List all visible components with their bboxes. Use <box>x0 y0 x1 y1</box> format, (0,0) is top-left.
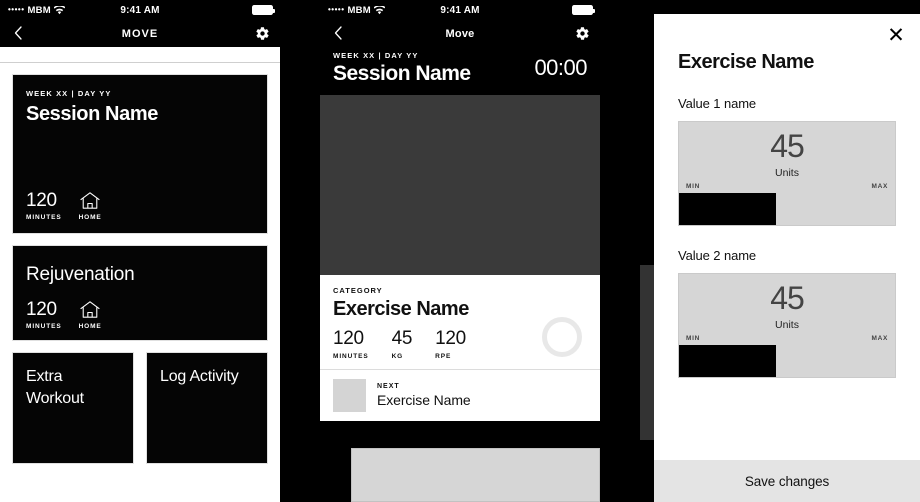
rejuvenation-card[interactable]: Rejuvenation 120 MINUTES HOME <box>12 245 268 341</box>
metric-minutes[interactable]: 120 MINUTES <box>333 329 369 360</box>
next-exercise-text: NEXT Exercise Name <box>377 383 471 408</box>
save-changes-button[interactable]: Save changes <box>654 460 920 502</box>
nav-bar: Move <box>320 20 600 47</box>
back-button[interactable] <box>9 23 27 43</box>
page-title: Move <box>445 27 475 40</box>
search-strip[interactable] <box>0 47 280 63</box>
modal-title: Exercise Name <box>678 51 814 73</box>
status-bar: ••••• MBM 9:41 AM <box>320 0 600 20</box>
session-card[interactable]: WEEK XX | DAY YY Session Name 120 MINUTE… <box>12 74 268 234</box>
metric-label: MINUTES <box>333 353 369 361</box>
metric-value: 120 <box>26 299 57 320</box>
metric-kg[interactable]: 45 KG <box>392 329 413 360</box>
session-list-body: WEEK XX | DAY YY Session Name 120 MINUTE… <box>0 47 280 502</box>
rejuvenation-card-title: Rejuvenation <box>26 264 135 285</box>
value-1-label: Value 1 name <box>678 96 757 111</box>
next-exercise-row[interactable]: NEXT Exercise Name <box>320 369 600 422</box>
session-timer: 00:00 <box>534 55 587 80</box>
metric-label: HOME <box>78 214 102 221</box>
log-activity-label: Log Activity <box>160 368 239 385</box>
rejuvenation-card-metrics: 120 MINUTES HOME <box>26 300 102 330</box>
metric-value: 120 <box>435 328 466 350</box>
value-2-min-label: MIN <box>686 335 701 342</box>
progress-ring-icon[interactable] <box>542 317 582 358</box>
metric-location: HOME <box>79 191 102 221</box>
screenshot-stage: ••••• MBM 9:41 AM MOVE WEEK XX | DAY YY … <box>0 0 920 502</box>
metric-label: RPE <box>435 353 452 361</box>
metric-location: HOME <box>79 300 102 330</box>
home-icon <box>79 300 101 319</box>
session-header: WEEK XX | DAY YY Session Name 00:00 <box>320 47 600 96</box>
value-2-units: Units <box>775 319 799 331</box>
metric-label: MINUTES <box>26 323 62 330</box>
metric-minutes: 120 MINUTES <box>26 191 62 221</box>
value-field-2: Value 2 name 45 Units MIN MAX <box>654 248 920 378</box>
value-1-slider[interactable]: 45 Units MIN MAX <box>678 121 896 226</box>
action-card-grid: Extra Workout Log Activity <box>12 352 268 464</box>
metric-value: 120 <box>333 328 364 350</box>
phone-screen-session-list: ••••• MBM 9:41 AM MOVE WEEK XX | DAY YY … <box>0 0 280 502</box>
exercise-info: CATEGORY Exercise Name 120 MINUTES 45 KG… <box>320 275 600 370</box>
exercise-media-placeholder[interactable] <box>320 95 600 276</box>
next-exercise-name: Exercise Name <box>377 392 471 409</box>
gear-icon[interactable] <box>574 24 591 42</box>
session-card-metrics: 120 MINUTES HOME <box>26 191 102 221</box>
session-card-eyebrow: WEEK XX | DAY YY <box>26 89 112 98</box>
value-1-min-label: MIN <box>686 183 701 190</box>
value-2-slider-fill[interactable] <box>679 345 777 377</box>
home-icon <box>79 191 101 210</box>
bottom-bar-placeholder[interactable] <box>351 448 600 502</box>
metric-label: HOME <box>78 323 102 330</box>
extra-workout-label: Extra Workout <box>26 368 84 407</box>
exercise-name: Exercise Name <box>333 298 469 321</box>
session-card-title: Session Name <box>26 103 158 125</box>
status-bar: ••••• MBM 9:41 AM <box>0 0 280 20</box>
phone-screen-edit-values: ✕ Exercise Name Value 1 name 45 Units MI… <box>640 0 920 502</box>
battery-icon <box>572 5 595 15</box>
value-1-slider-fill[interactable] <box>679 193 777 225</box>
value-1-number: 45 <box>770 128 805 164</box>
back-button[interactable] <box>329 23 347 43</box>
session-cards-scroll[interactable]: WEEK XX | DAY YY Session Name 120 MINUTE… <box>0 63 280 464</box>
extra-workout-card[interactable]: Extra Workout <box>12 352 134 464</box>
value-2-label: Value 2 name <box>678 248 757 263</box>
metric-rpe[interactable]: 120 RPE <box>435 329 466 360</box>
value-2-number: 45 <box>770 280 805 316</box>
value-1-units: Units <box>775 167 799 179</box>
metric-label: MINUTES <box>26 214 62 221</box>
gear-icon[interactable] <box>254 24 271 42</box>
value-2-max-label: MAX <box>871 335 888 342</box>
status-bar-time: 9:41 AM <box>440 4 480 16</box>
value-1-max-label: MAX <box>871 183 888 190</box>
phone-screen-active-session: ••••• MBM 9:41 AM Move WEEK XX | DAY YY … <box>320 0 600 502</box>
nav-bar: MOVE <box>0 20 280 47</box>
metric-value: 120 <box>26 190 57 211</box>
status-bar-time: 9:41 AM <box>120 4 160 16</box>
metric-value: 45 <box>391 328 413 350</box>
metric-label: KG <box>391 353 404 361</box>
next-exercise-thumbnail <box>333 379 366 413</box>
value-field-1: Value 1 name 45 Units MIN MAX <box>654 96 920 226</box>
log-activity-card[interactable]: Log Activity <box>146 352 268 464</box>
edit-values-modal: ✕ Exercise Name Value 1 name 45 Units MI… <box>654 14 920 502</box>
exercise-category: CATEGORY <box>333 286 383 296</box>
close-icon[interactable]: ✕ <box>884 23 908 47</box>
next-label: NEXT <box>377 383 400 391</box>
value-2-slider[interactable]: 45 Units MIN MAX <box>678 273 896 378</box>
page-title: MOVE <box>121 27 159 40</box>
battery-icon <box>252 5 275 15</box>
metric-minutes: 120 MINUTES <box>26 300 62 330</box>
